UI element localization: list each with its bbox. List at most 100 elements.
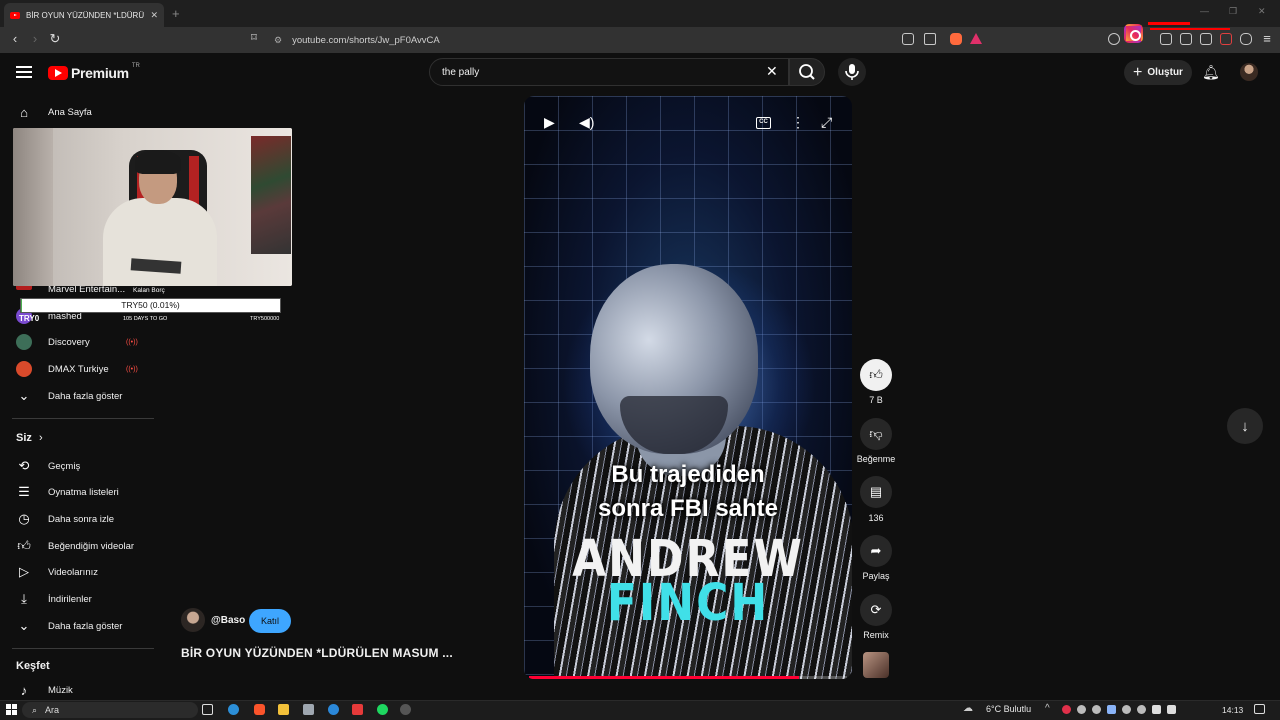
extensions-icon[interactable] — [1108, 33, 1120, 45]
search-icon: ⌕ — [32, 704, 38, 715]
browser-tab[interactable]: BİR OYUN YÜZÜNDEN *LDÜRÜLEN MASUM ... ✕ — [4, 3, 164, 27]
voice-search-button[interactable] — [838, 58, 866, 86]
hamburger-menu-icon[interactable] — [16, 66, 32, 78]
tray-icon[interactable] — [1107, 705, 1116, 714]
next-short-button[interactable]: ↓ — [1227, 408, 1263, 444]
address-bar[interactable]: ⚙ youtube.com/shorts/Jw_pF0AvvCA — [244, 30, 992, 50]
subscription-name: Discovery — [48, 336, 90, 348]
notification-center-icon[interactable] — [1254, 704, 1265, 714]
forward-icon[interactable]: › — [27, 31, 43, 46]
sidebar-item-watch-later[interactable]: ◷ Daha sonra izle — [16, 507, 114, 531]
tab-close-icon[interactable]: ✕ — [150, 10, 158, 21]
share-button[interactable]: ➦ — [860, 535, 892, 567]
volume-icon[interactable] — [1167, 705, 1176, 714]
subscription-name: DMAX Turkiye — [48, 363, 109, 375]
search-input[interactable]: the pally — [429, 58, 789, 86]
sidebar-item-playlists[interactable]: ☰ Oynatma listeleri — [16, 480, 119, 504]
obs-icon[interactable] — [400, 704, 411, 715]
show-more-you[interactable]: ⌄ Daha fazla göster — [16, 614, 123, 638]
sound-thumbnail[interactable] — [863, 652, 889, 678]
channel-handle[interactable]: @Baso — [211, 615, 245, 626]
search-icon — [799, 64, 815, 80]
shorts-video-player[interactable]: Bu trajediden sonra FBI sahte ANDREW FIN… — [524, 96, 852, 679]
sidebar-item-home[interactable]: ⌂ Ana Sayfa — [16, 100, 92, 124]
store-icon[interactable] — [303, 704, 314, 715]
taskbar-clock[interactable]: 14:13 — [1222, 705, 1243, 715]
network-icon[interactable] — [1152, 705, 1161, 714]
youtube-premium-logo[interactable]: Premium TR — [48, 63, 140, 81]
you-section-heading[interactable]: Siz › — [16, 432, 43, 444]
sidebar-item-your-videos[interactable]: ▷ Videolarınız — [16, 560, 98, 584]
menu-icon[interactable]: ≡ — [1259, 31, 1275, 46]
brave-rewards-icon[interactable] — [970, 33, 982, 44]
remix-icon: ⟳ — [870, 602, 882, 617]
explore-section-heading: Keşfet — [16, 660, 50, 672]
play-icon[interactable]: ▶ — [544, 114, 555, 131]
close-window-icon[interactable]: ✕ — [1258, 6, 1266, 17]
thumbs-up-icon: 👍︎ — [869, 367, 883, 382]
sidebar-subscription[interactable]: Discovery ((•)) — [16, 330, 138, 354]
cast-icon[interactable] — [902, 33, 914, 45]
reload-icon[interactable]: ↻ — [47, 31, 63, 47]
app-icon[interactable] — [328, 704, 339, 715]
join-button[interactable]: Katıl — [249, 609, 291, 633]
media-icon[interactable] — [1160, 33, 1172, 45]
search-button[interactable] — [789, 58, 825, 86]
create-button[interactable]: + Oluştur — [1124, 60, 1192, 85]
windows-start-icon[interactable] — [6, 704, 17, 715]
comments-button[interactable]: ▤ — [860, 476, 892, 508]
weather-widget[interactable]: 6°C Bulutlu — [986, 704, 1031, 714]
donation-amount: TRY50 (0.01%) — [121, 300, 180, 310]
fullscreen-icon[interactable]: ⤢ — [821, 114, 832, 131]
site-info-icon[interactable]: ⚙ — [274, 35, 282, 46]
clear-search-icon[interactable]: ✕ — [766, 63, 778, 80]
share-page-icon[interactable] — [924, 33, 936, 45]
back-icon[interactable]: ‹ — [7, 31, 23, 46]
wallet-icon[interactable] — [1200, 33, 1212, 45]
show-more-subscriptions[interactable]: ⌄ Daha fazla göster — [16, 384, 123, 408]
minimize-icon[interactable]: — — [1200, 6, 1209, 16]
notifications-bell-icon[interactable]: 🔔︎ — [1202, 64, 1220, 81]
video-progress-bar[interactable] — [529, 676, 847, 679]
thumbs-down-icon: 👎︎ — [869, 426, 883, 441]
brave-icon[interactable] — [254, 704, 265, 715]
task-view-icon[interactable] — [202, 704, 213, 715]
cloud-icon: ☁ — [963, 703, 973, 714]
sidebar-item-liked-videos[interactable]: 👍︎ Beğendiğim videolar — [16, 534, 134, 558]
more-options-icon[interactable]: ⋮ — [791, 114, 805, 131]
spotify-icon[interactable] — [377, 704, 388, 715]
tray-icon[interactable] — [1122, 705, 1131, 714]
sidebar-subscription[interactable]: DMAX Turkiye ((•)) — [16, 357, 138, 381]
sidebar-toggle-icon[interactable] — [1180, 33, 1192, 45]
sidebar-item-downloads[interactable]: ⤓ İndirilenler — [16, 587, 92, 611]
like-button[interactable]: 👍︎ — [860, 359, 892, 391]
taskbar-search[interactable]: ⌕ Ara — [22, 702, 198, 718]
channel-avatar[interactable] — [181, 608, 205, 632]
tray-icon[interactable] — [1062, 705, 1071, 714]
shield-icon[interactable] — [1240, 33, 1252, 45]
instagram-icon — [1124, 24, 1143, 43]
file-explorer-icon[interactable] — [278, 704, 289, 715]
caption-line-2: sonra FBI sahte — [597, 495, 779, 522]
maximize-icon[interactable]: ❐ — [1229, 6, 1237, 17]
brave-shields-icon[interactable] — [950, 33, 962, 45]
downloads-icon: ⤓ — [21, 591, 27, 606]
video-progress-fill — [529, 676, 800, 679]
dislike-button[interactable]: 👎︎ — [860, 418, 892, 450]
sidebar-item-history[interactable]: ⟲ Geçmiş — [16, 454, 81, 478]
tray-icon[interactable] — [1092, 705, 1101, 714]
sidebar-item-label: Müzik — [48, 684, 73, 696]
new-tab-icon[interactable]: + — [172, 6, 180, 21]
captions-icon[interactable]: CC — [756, 117, 771, 129]
tray-chevron-icon[interactable]: ^ — [1045, 703, 1050, 714]
sidebar-item-music[interactable]: ♪ Müzik — [16, 678, 73, 702]
vpn-icon[interactable] — [1220, 33, 1232, 45]
short-title[interactable]: BİR OYUN YÜZÜNDEN *LDÜRÜLEN MASUM ... — [181, 646, 453, 660]
tray-icon[interactable] — [1077, 705, 1086, 714]
edge-icon[interactable] — [228, 704, 239, 715]
remix-button[interactable]: ⟳ — [860, 594, 892, 626]
tray-icon[interactable] — [1137, 705, 1146, 714]
volume-icon[interactable]: ◀︎) — [579, 114, 594, 131]
app-icon-2[interactable] — [352, 704, 363, 715]
account-avatar[interactable] — [1240, 63, 1258, 81]
